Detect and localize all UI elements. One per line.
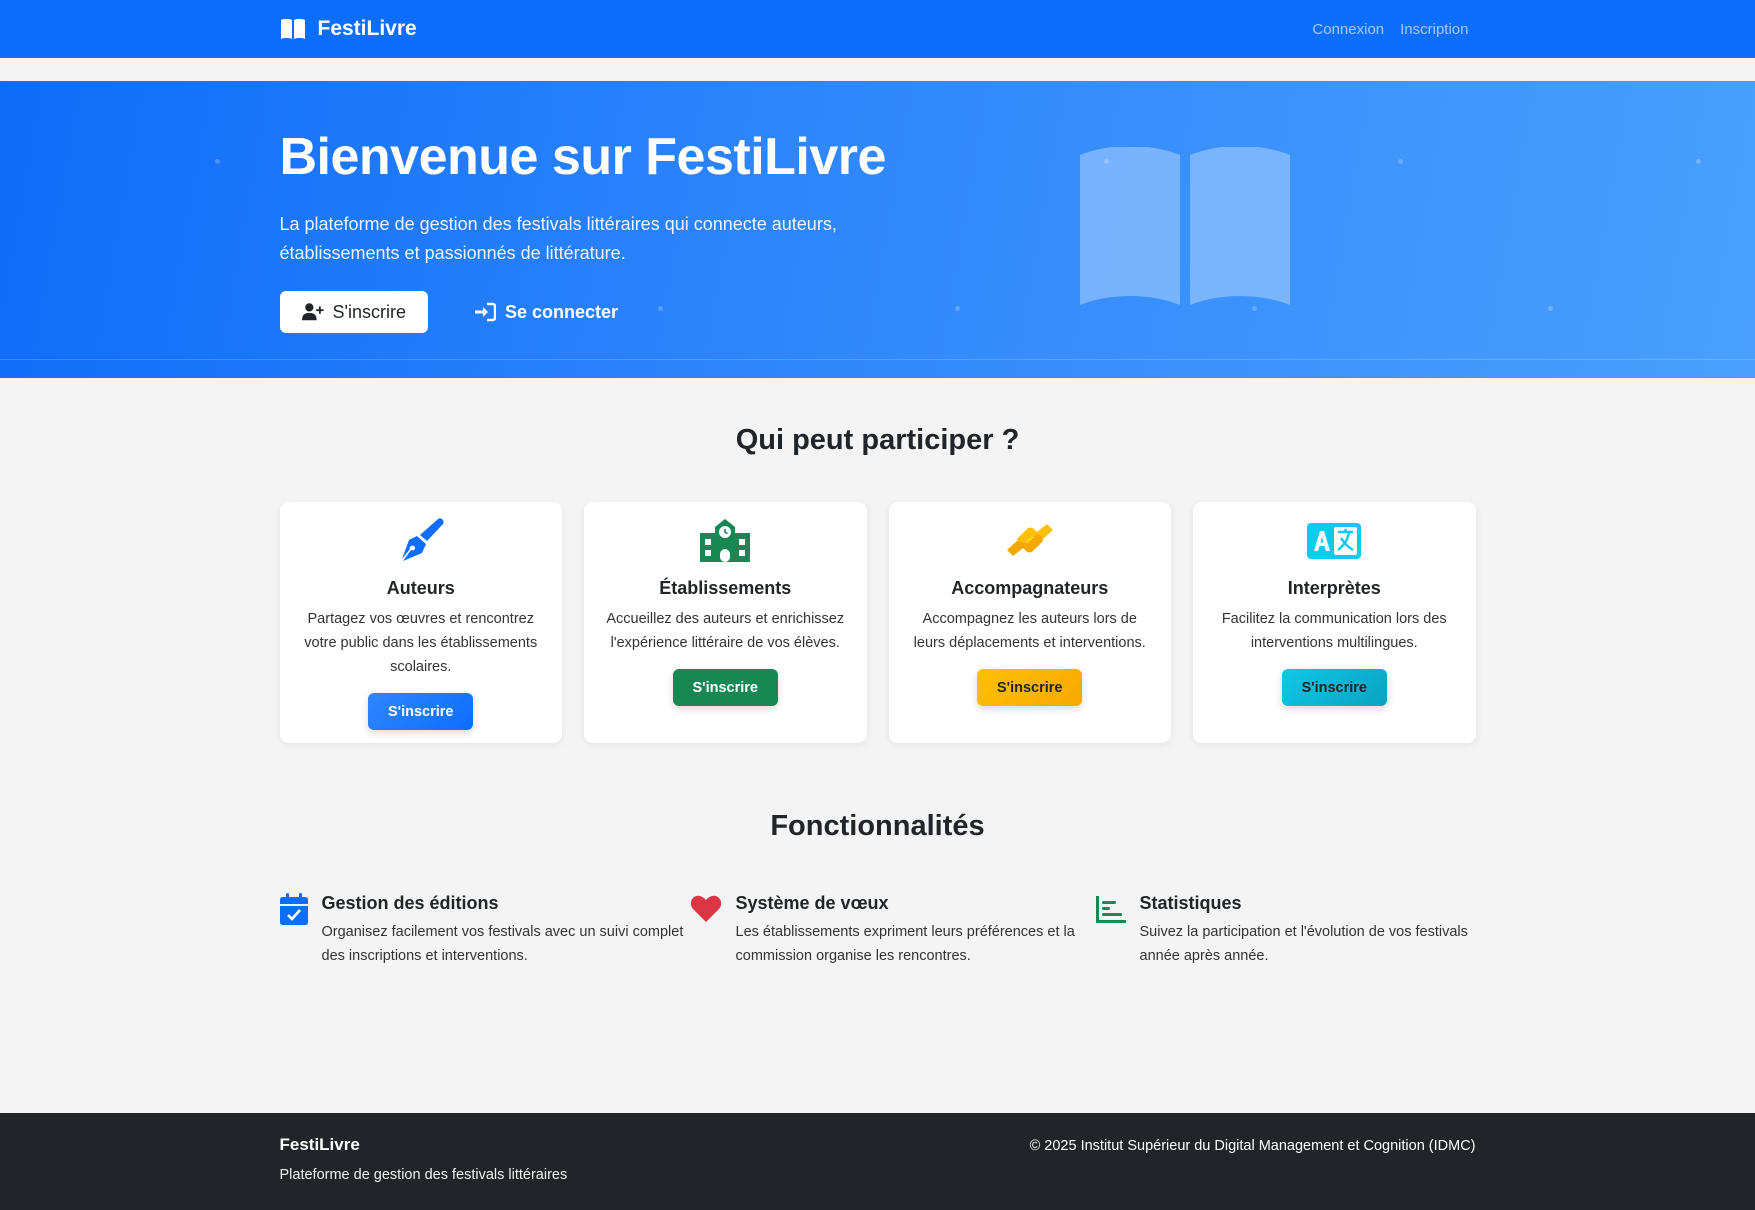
participants-section: Qui peut participer ? Auteurs Partagez v… — [0, 424, 1755, 743]
participant-card-etablissements: Établissements Accueillez des auteurs et… — [584, 502, 867, 743]
card-text: Accompagnez les auteurs lors de leurs dé… — [913, 611, 1146, 651]
user-plus-icon — [301, 303, 324, 321]
hero-register-button[interactable]: S'inscrire — [279, 291, 428, 334]
feature-text: Suivez la participation et l'évolution d… — [1139, 924, 1468, 964]
feature-title: Système de vœux — [735, 893, 889, 913]
calendar-check-icon — [279, 893, 308, 925]
register-accompagnateurs-button[interactable]: S'inscrire — [977, 669, 1083, 706]
card-text: Facilitez la communication lors des inte… — [1221, 611, 1447, 651]
school-icon — [700, 519, 751, 562]
page-footer: FestiLivre Plateforme de gestion des fes… — [0, 1113, 1755, 1210]
book-open-icon — [1080, 147, 1290, 305]
nav-links: Connexion Inscription — [1312, 21, 1468, 38]
card-title: Auteurs — [386, 578, 455, 598]
card-text: Accueillez des auteurs et enrichissez l'… — [606, 611, 845, 651]
feature-item-voeux: Système de vœux Les établissements expri… — [690, 893, 1096, 968]
participant-cards: Auteurs Partagez vos œuvres et rencontre… — [279, 502, 1476, 743]
register-etablissements-button[interactable]: S'inscrire — [672, 669, 778, 706]
register-interpretes-button[interactable]: S'inscrire — [1281, 669, 1387, 706]
footer-copyright: © 2025 Institut Supérieur du Digital Man… — [1029, 1138, 1476, 1154]
features-section: Fonctionnalités Gestion des éditions Org… — [0, 810, 1755, 968]
top-navbar: FestiLivre Connexion Inscription — [0, 0, 1755, 58]
handshake-icon — [1006, 524, 1053, 556]
book-open-icon — [280, 18, 305, 39]
card-title: Accompagnateurs — [951, 578, 1109, 598]
pen-nib-icon — [401, 518, 444, 561]
hero-actions: S'inscrire Se connecter — [279, 291, 1476, 334]
participant-card-auteurs: Auteurs Partagez vos œuvres et rencontre… — [279, 502, 562, 743]
hero-login-button[interactable]: Se connecter — [464, 291, 628, 333]
register-auteurs-button[interactable]: S'inscrire — [368, 693, 474, 730]
participant-card-accompagnateurs: Accompagnateurs Accompagnez les auteurs … — [888, 502, 1171, 743]
footer-tagline: Plateforme de gestion des festivals litt… — [279, 1167, 568, 1183]
card-title: Établissements — [659, 578, 792, 598]
hero-section: Bienvenue sur FestiLivre La plateforme d… — [0, 81, 1755, 378]
feature-item-editions: Gestion des éditions Organisez facilemen… — [279, 893, 690, 968]
chart-bar-icon — [1095, 896, 1126, 923]
nav-link-inscription[interactable]: Inscription — [1400, 21, 1468, 38]
brand-name: FestiLivre — [317, 17, 417, 40]
feature-text: Organisez facilement vos festivals avec … — [321, 924, 684, 964]
hero-title: Bienvenue sur FestiLivre — [279, 128, 887, 186]
hero-login-label: Se connecter — [504, 301, 618, 322]
nav-link-connexion[interactable]: Connexion — [1312, 21, 1384, 38]
hero-lead: La plateforme de gestion des festivals l… — [279, 214, 837, 264]
heart-icon — [690, 895, 721, 922]
language-icon — [1307, 523, 1362, 559]
brand-link[interactable]: FestiLivre — [280, 17, 417, 41]
hero-register-label: S'inscrire — [332, 301, 406, 322]
feature-title: Gestion des éditions — [321, 893, 499, 913]
footer-brand: FestiLivre — [279, 1135, 360, 1154]
card-title: Interprètes — [1287, 578, 1381, 598]
participants-title: Qui peut participer ? — [735, 424, 1020, 456]
feature-list: Gestion des éditions Organisez facilemen… — [279, 893, 1476, 968]
features-title: Fonctionnalités — [770, 810, 985, 842]
feature-title: Statistiques — [1139, 893, 1242, 913]
sign-in-icon — [474, 302, 496, 322]
participant-card-interpretes: Interprètes Facilitez la communication l… — [1193, 502, 1476, 743]
feature-text: Les établissements expriment leurs préfé… — [735, 924, 1075, 964]
feature-item-statistiques: Statistiques Suivez la participation et … — [1095, 893, 1476, 968]
card-text: Partagez vos œuvres et rencontrez votre … — [304, 611, 538, 675]
